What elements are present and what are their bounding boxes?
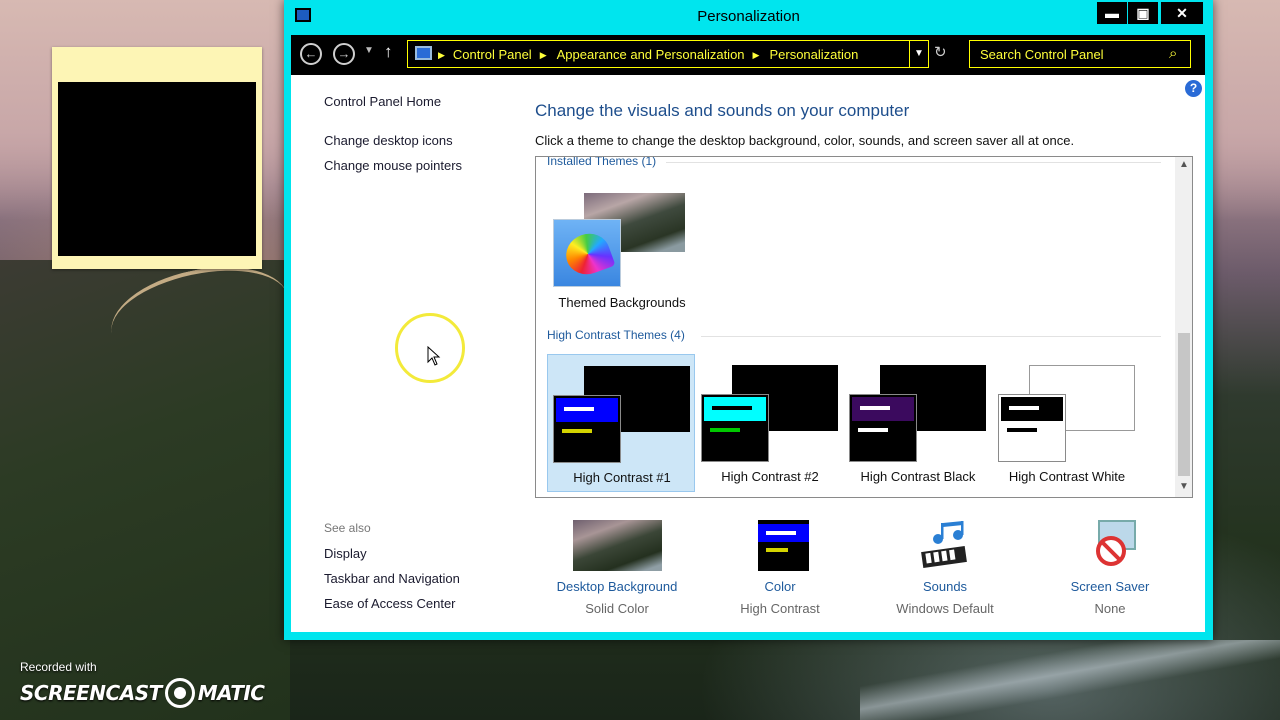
preview-titlebar — [852, 397, 914, 421]
up-arrow-icon[interactable]: ↑ — [384, 42, 393, 62]
screencast-watermark: Recorded with SCREENCAST MATIC — [20, 660, 265, 708]
preview-line — [712, 406, 752, 410]
group-divider — [666, 162, 1161, 163]
theme-list[interactable]: Installed Themes (1) Themed Backgrounds … — [535, 156, 1193, 498]
search-input[interactable]: Search Control Panel ⌕ — [969, 40, 1191, 68]
search-icon[interactable]: ⌕ — [1169, 45, 1177, 62]
address-dropdown-icon[interactable]: ▼ — [909, 40, 929, 68]
breadcrumb-control-panel[interactable]: Control Panel — [453, 47, 532, 63]
help-icon[interactable]: ? — [1185, 80, 1202, 97]
color-icon-line — [766, 548, 788, 552]
breadcrumb-personalization[interactable]: Personalization — [769, 47, 858, 63]
color-icon-line — [766, 531, 796, 535]
vertical-scrollbar[interactable]: ▲ ▼ — [1175, 157, 1192, 497]
setting-value: None — [1094, 601, 1126, 616]
recent-locations-dropdown-icon[interactable]: ▼ — [364, 45, 374, 56]
setting-label[interactable]: Desktop Background — [532, 579, 702, 594]
preview-line — [860, 406, 890, 410]
display-link[interactable]: Display — [324, 546, 367, 561]
theme-label: Themed Backgrounds — [558, 295, 686, 310]
theme-themed-backgrounds[interactable]: Themed Backgrounds — [547, 187, 697, 317]
search-placeholder: Search Control Panel — [980, 47, 1104, 62]
theme-preview-front — [553, 395, 621, 463]
page-description: Click a theme to change the desktop back… — [535, 133, 1075, 148]
theme-preview-front — [998, 394, 1066, 462]
music-notes-icon — [921, 521, 967, 568]
chevron-right-icon[interactable]: ▶ — [540, 47, 547, 63]
preview-line — [1009, 406, 1039, 410]
setting-value: Solid Color — [585, 601, 649, 616]
theme-preview-front — [701, 394, 769, 462]
preview-titlebar — [704, 397, 766, 421]
watermark-brand-right: MATIC — [197, 681, 265, 705]
chevron-right-icon[interactable]: ▶ — [438, 47, 445, 63]
minimize-button[interactable]: ▬ — [1097, 2, 1127, 24]
scroll-down-icon[interactable]: ▼ — [1179, 481, 1189, 492]
theme-preview-front — [849, 394, 917, 462]
no-screensaver-icon — [1096, 520, 1136, 566]
scrollbar-thumb[interactable] — [1178, 333, 1190, 476]
preview-line — [562, 429, 592, 433]
watermark-recorded-with: Recorded with — [20, 660, 97, 674]
theme-label: High Contrast White — [1008, 469, 1126, 484]
theme-label: High Contrast #2 — [721, 469, 819, 484]
see-also-label: See also — [324, 521, 371, 535]
forward-arrow-icon[interactable]: → — [333, 43, 355, 65]
desktop-wallpaper-light-trails — [860, 640, 1280, 720]
setting-label[interactable]: Color — [695, 579, 865, 594]
preview-line — [710, 428, 740, 432]
setting-label[interactable]: Sounds — [860, 579, 1030, 594]
theme-label: High Contrast Black — [860, 469, 976, 484]
sounds-setting[interactable]: Sounds Windows Default — [860, 519, 1030, 629]
control-panel-icon — [415, 46, 432, 60]
sticky-note-widget[interactable] — [52, 47, 262, 269]
scroll-up-icon[interactable]: ▲ — [1179, 159, 1189, 170]
title-bar[interactable]: Personalization ▬ ▣ ✕ — [284, 0, 1213, 34]
chevron-right-icon[interactable]: ▶ — [753, 47, 760, 63]
refresh-icon[interactable]: ↻ — [934, 43, 947, 61]
close-button[interactable]: ✕ — [1161, 2, 1203, 24]
record-dot-icon — [164, 678, 195, 708]
high-contrast-themes-header[interactable]: High Contrast Themes (4) — [547, 328, 685, 342]
setting-value: High Contrast — [740, 601, 820, 616]
installed-themes-header[interactable]: Installed Themes (1) — [547, 157, 656, 168]
setting-label[interactable]: Screen Saver — [1025, 579, 1195, 594]
change-desktop-icons-link[interactable]: Change desktop icons — [324, 133, 453, 148]
address-bar: ← → ▼ ↑ ▶ Control Panel ▶ Appearance and… — [291, 35, 1205, 75]
ease-of-access-link[interactable]: Ease of Access Center — [324, 596, 456, 611]
color-setting[interactable]: Color High Contrast — [695, 519, 865, 629]
theme-high-contrast-2[interactable]: High Contrast #2 — [696, 354, 844, 492]
watermark-brand-left: SCREENCAST — [20, 681, 162, 705]
taskbar-navigation-link[interactable]: Taskbar and Navigation — [324, 571, 460, 586]
breadcrumb[interactable]: ▶ Control Panel ▶ Appearance and Persona… — [407, 40, 921, 68]
landscape-icon — [573, 520, 662, 571]
theme-high-contrast-1[interactable]: High Contrast #1 — [547, 354, 695, 492]
palette-icon — [553, 219, 621, 287]
sticky-note-preview — [58, 82, 256, 256]
preview-line — [858, 428, 888, 432]
window-title: Personalization — [697, 8, 800, 25]
preview-line — [1007, 428, 1037, 432]
preview-titlebar — [1001, 397, 1063, 421]
color-icon — [758, 520, 809, 571]
maximize-button[interactable]: ▣ — [1128, 2, 1158, 24]
color-fan-icon — [560, 227, 616, 281]
screen-saver-setting[interactable]: Screen Saver None — [1025, 519, 1195, 629]
group-divider — [701, 336, 1161, 337]
theme-label: High Contrast #1 — [573, 470, 671, 485]
breadcrumb-appearance[interactable]: Appearance and Personalization — [557, 47, 745, 63]
watermark-brand: SCREENCAST MATIC — [20, 678, 265, 708]
change-mouse-pointers-link[interactable]: Change mouse pointers — [324, 158, 462, 173]
setting-value: Windows Default — [896, 601, 994, 616]
page-title: Change the visuals and sounds on your co… — [535, 101, 910, 120]
control-panel-home-link[interactable]: Control Panel Home — [324, 94, 441, 109]
preview-titlebar — [556, 398, 618, 422]
desktop-background-setting[interactable]: Desktop Background Solid Color — [532, 519, 702, 629]
mouse-pointer-icon — [427, 346, 441, 366]
preview-line — [564, 407, 594, 411]
theme-high-contrast-black[interactable]: High Contrast Black — [844, 354, 992, 492]
back-arrow-icon[interactable]: ← — [300, 43, 322, 65]
breadcrumb-items: ▶ Control Panel ▶ Appearance and Persona… — [438, 47, 858, 63]
theme-high-contrast-white[interactable]: High Contrast White — [993, 354, 1141, 492]
